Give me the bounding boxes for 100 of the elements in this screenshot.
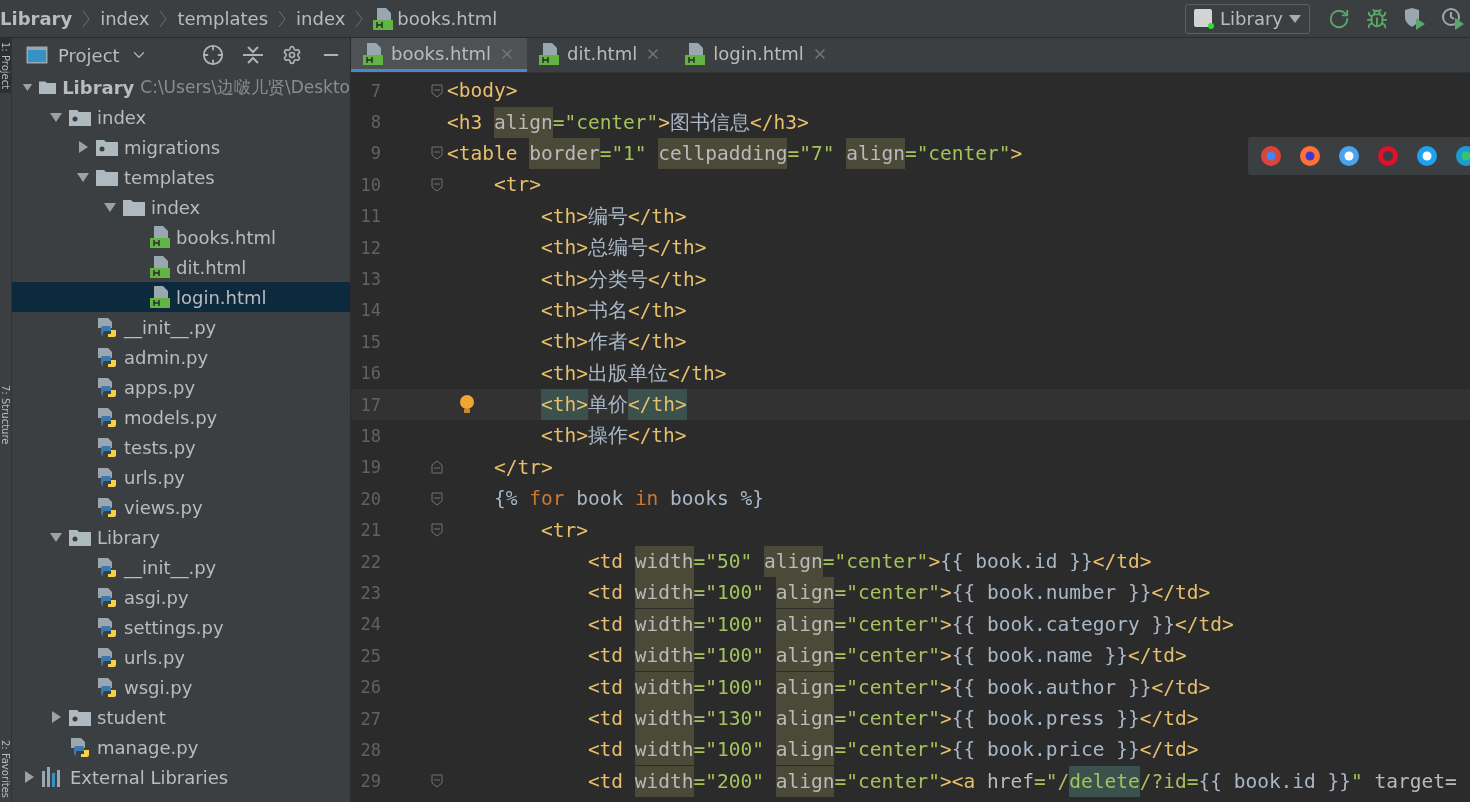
package-folder-icon (69, 108, 91, 126)
fold-marker-icon[interactable] (431, 523, 443, 538)
code-line: <td width="100" align="center">{{ book.name }}</td> (447, 640, 1187, 672)
run-configuration-dropdown[interactable]: Library (1185, 3, 1310, 34)
tree-item[interactable]: settings.py (12, 612, 350, 642)
tree-item[interactable]: __init__.py (12, 312, 350, 342)
code-line: <th>出版单位</th> (539, 360, 727, 387)
lightbulb-icon[interactable] (459, 393, 475, 416)
fold-marker-icon[interactable] (431, 460, 443, 475)
editor-tab[interactable]: books.html (351, 38, 527, 72)
collapse-all-icon[interactable] (242, 45, 264, 65)
editor-tab[interactable]: login.html (673, 38, 840, 72)
tree-item[interactable]: dit.html (12, 252, 350, 282)
line-number: 26 (359, 677, 381, 698)
breadcrumb[interactable]: Library (0, 8, 73, 29)
tree-item[interactable]: wsgi.py (12, 672, 350, 702)
tree-item-label: asgi.py (124, 586, 189, 608)
code-line: <tr> (539, 517, 588, 544)
python-file-icon (96, 556, 118, 578)
tree-item[interactable]: student (12, 702, 350, 732)
line-number: 15 (359, 331, 381, 352)
ring-icon[interactable] (1377, 145, 1399, 167)
tool-window-tab[interactable]: 1: Project (0, 38, 11, 94)
breadcrumb[interactable]: index (100, 8, 150, 29)
tool-window-tab[interactable]: 2: Favorites (0, 735, 11, 802)
tree-item[interactable]: migrations (12, 132, 350, 162)
code-line: <th>作者</th> (539, 329, 687, 356)
browser-icon[interactable] (1416, 145, 1438, 167)
tree-item[interactable]: urls.py (12, 642, 350, 672)
package-folder-icon (69, 528, 91, 546)
tree-item[interactable]: admin.py (12, 342, 350, 372)
html-file-icon (539, 42, 559, 65)
tree-item[interactable]: models.py (12, 402, 350, 432)
tree-item-label: __init__.py (124, 316, 217, 338)
expanded-arrow-icon[interactable] (49, 530, 63, 544)
tree-item[interactable]: books.html (12, 222, 350, 252)
collapsed-arrow-icon[interactable] (49, 710, 63, 724)
code-line: <td width="50" align="center">{{ book.id }}</td> (447, 546, 1152, 578)
line-number: 24 (359, 614, 381, 635)
line-number: 10 (359, 174, 381, 195)
fold-marker-icon[interactable] (431, 491, 443, 506)
code-line: <td width="100" align="center">{{ book.category }}</td> (447, 608, 1234, 640)
tree-item[interactable]: External Libraries (12, 762, 350, 792)
package-folder-icon (96, 138, 118, 156)
breadcrumb[interactable]: index (296, 8, 346, 29)
settings-icon[interactable] (282, 45, 302, 65)
fold-marker-icon[interactable] (431, 774, 443, 789)
line-number: 25 (359, 645, 381, 666)
tree-item[interactable]: asgi.py (12, 582, 350, 612)
breadcrumb[interactable]: templates (177, 8, 269, 29)
folder-icon (123, 198, 145, 216)
tree-item[interactable]: index (12, 102, 350, 132)
tree-item-label: External Libraries (70, 766, 229, 788)
tree-item[interactable]: index (12, 192, 350, 222)
tool-window-tab[interactable]: 7: Structure (0, 380, 11, 449)
expanded-arrow-icon[interactable] (76, 170, 90, 184)
tree-item[interactable]: Library C:\Users\边啵儿贤\Deskto (12, 72, 350, 102)
tree-item-label: migrations (124, 136, 221, 158)
tree-item[interactable]: tests.py (12, 432, 350, 462)
tree-item-label: manage.py (97, 736, 199, 758)
crosshair-icon[interactable] (202, 44, 224, 66)
python-file-icon (96, 376, 118, 398)
tree-item[interactable]: manage.py (12, 732, 350, 762)
fold-marker-icon[interactable] (431, 177, 443, 192)
tree-item[interactable]: login.html (12, 282, 350, 312)
fold-marker-icon[interactable] (431, 83, 443, 98)
collapsed-arrow-icon[interactable] (22, 770, 36, 784)
code-line: <td width="100" align="center">{{ book.author }}</td> (447, 671, 1211, 703)
window-icon (26, 46, 48, 64)
collapsed-arrow-icon[interactable] (76, 140, 90, 154)
line-number: 28 (359, 739, 381, 760)
tree-item-label: apps.py (124, 376, 196, 398)
rerun-icon[interactable] (1328, 7, 1350, 30)
fold-marker-icon[interactable] (431, 146, 443, 161)
code-line: <td width="100" align="center">{{ book.number }}</td> (447, 577, 1211, 609)
tree-item[interactable]: __init__.py (12, 552, 350, 582)
tree-item[interactable]: urls.py (12, 462, 350, 492)
breadcrumb[interactable]: books.html (373, 7, 498, 30)
panel-title[interactable]: Project (58, 44, 120, 66)
code-line: {% for book in books %} (492, 486, 765, 513)
expanded-arrow-icon[interactable] (49, 110, 63, 124)
expanded-arrow-icon[interactable] (103, 200, 117, 214)
tree-item-label: Library (97, 526, 160, 548)
line-number: 12 (359, 237, 381, 258)
code-line: <th>操作</th> (539, 423, 687, 450)
bug-icon[interactable] (1366, 7, 1388, 30)
code-line: <th>总编号</th> (539, 235, 707, 262)
line-number: 7 (369, 80, 381, 101)
editor-tab[interactable]: dit.html (527, 38, 674, 72)
tree-item[interactable]: apps.py (12, 372, 350, 402)
tree-item-label: templates (124, 166, 215, 188)
tree-item[interactable]: templates (12, 162, 350, 192)
clock-play-icon[interactable] (1442, 7, 1464, 30)
tree-item-label: books.html (176, 226, 276, 248)
tree-item[interactable]: Library (12, 522, 350, 552)
chevron-right-icon (159, 9, 168, 28)
shield-play-icon[interactable] (1404, 7, 1426, 30)
python-file-icon (96, 646, 118, 668)
tree-item[interactable]: views.py (12, 492, 350, 522)
compass-icon[interactable] (1338, 145, 1360, 167)
